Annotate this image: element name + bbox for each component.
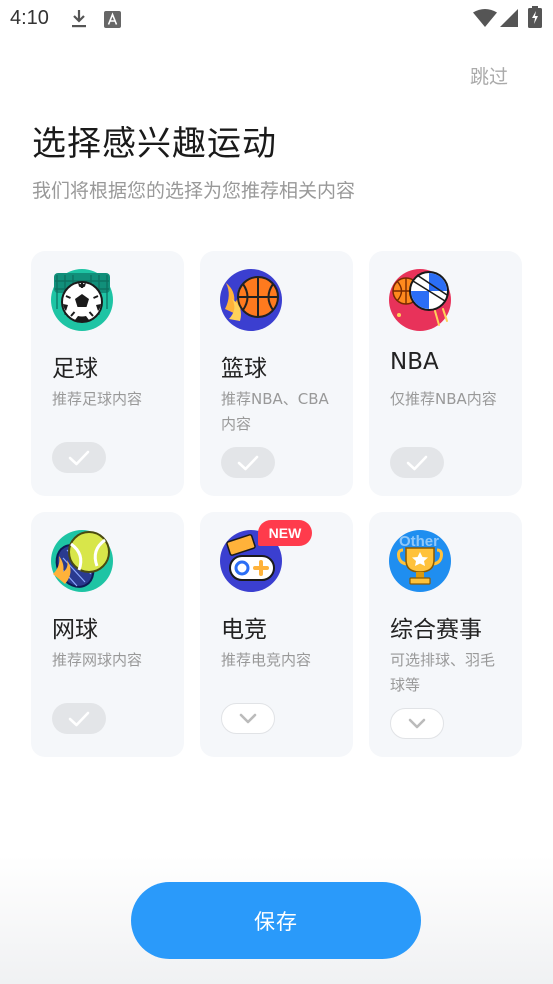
checkmark-icon [406,455,428,470]
text-a-icon [104,11,121,28]
sport-name: NBA [390,349,439,375]
nba-ball-icon [389,269,451,331]
page-subtitle: 我们将根据您的选择为您推荐相关内容 [32,180,356,202]
chevron-down-icon [239,713,257,723]
selected-toggle[interactable] [52,442,106,473]
soccer-ball-icon [51,269,113,331]
selected-toggle[interactable] [52,703,106,734]
checkmark-icon [237,455,259,470]
sport-card-soccer[interactable]: 足球 推荐足球内容 [31,251,184,496]
selected-toggle[interactable] [221,447,275,478]
expand-toggle[interactable] [390,708,444,739]
sport-card-other[interactable]: Other 综合赛事 可选排球、羽毛球等 [369,512,522,757]
sport-name: 综合赛事 [390,617,482,643]
chevron-down-icon [408,718,426,728]
page-title: 选择感兴趣运动 [32,124,277,164]
battery-icon [528,6,542,28]
new-badge: NEW [258,520,312,546]
wifi-icon [473,9,497,27]
signal-icon [500,9,518,27]
expand-toggle[interactable] [221,703,275,734]
sport-description: 推荐NBA、CBA内容 [221,390,329,433]
checkmark-icon [68,450,90,465]
sport-card-tennis[interactable]: 网球 推荐网球内容 [31,512,184,757]
sport-card-basketball[interactable]: 篮球 推荐NBA、CBA内容 [200,251,353,496]
sport-card-nba[interactable]: NBA 仅推荐NBA内容 [369,251,522,496]
sport-description: 推荐电竞内容 [221,651,312,669]
sport-description: 推荐网球内容 [52,651,143,669]
selected-toggle[interactable] [390,447,444,478]
sport-description: 可选排球、羽毛球等 [390,651,496,694]
skip-button[interactable]: 跳过 [470,62,508,89]
sport-description: 推荐足球内容 [52,390,143,408]
sport-name: 电竞 [221,617,267,643]
checkmark-icon [68,711,90,726]
sport-name: 足球 [52,356,98,382]
sport-name: 网球 [52,617,98,643]
tennis-ball-icon [51,530,113,592]
basketball-icon [220,269,282,331]
sport-card-esports[interactable]: NEW 电竞 推荐电竞内容 [200,512,353,757]
sport-description: 仅推荐NBA内容 [390,390,497,408]
trophy-icon: Other [389,530,451,592]
status-time: 4:10 [10,7,49,29]
sport-name: 篮球 [221,356,267,382]
save-button[interactable]: 保存 [131,882,421,959]
download-icon [72,10,86,28]
status-bar: 4:10 [0,0,553,38]
